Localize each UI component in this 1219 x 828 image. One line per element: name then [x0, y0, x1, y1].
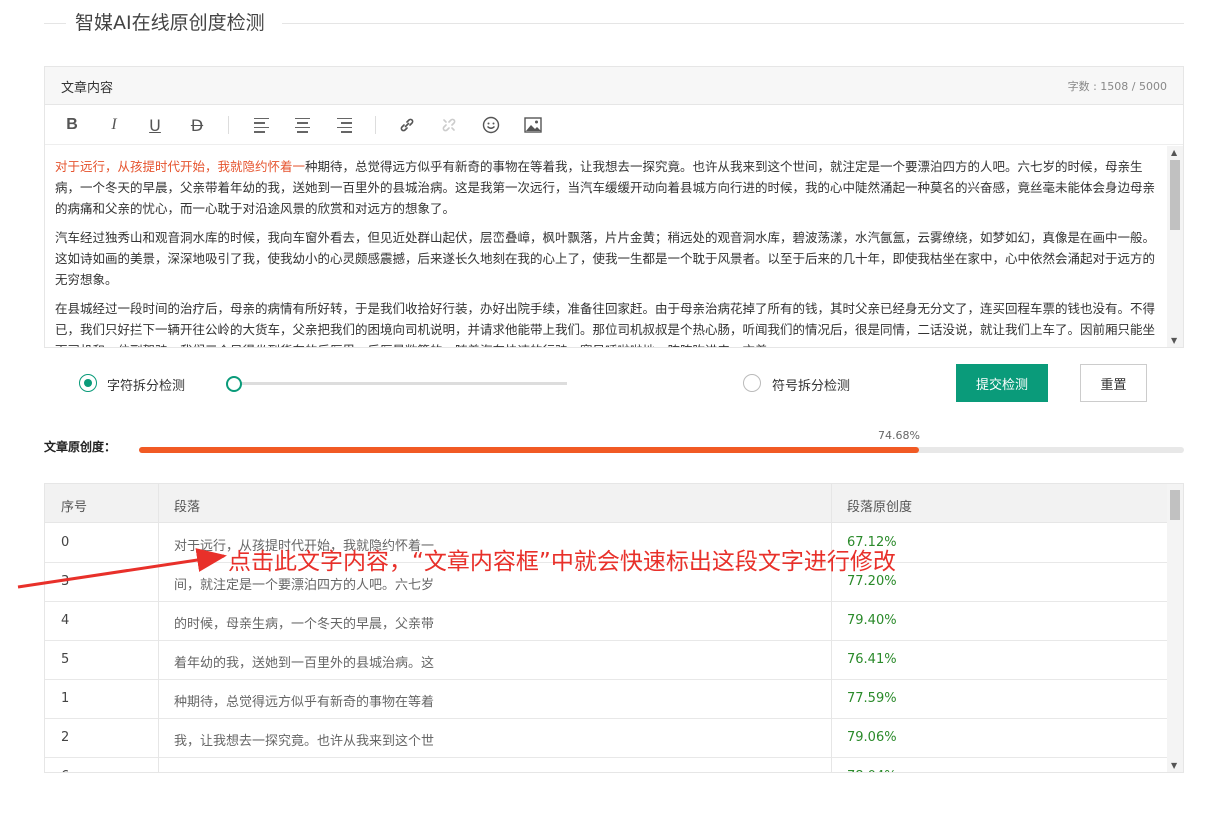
- table-row[interactable]: 6 是我第一次远行，当汽车缓缓开动向着县城方 78.04%: [45, 758, 1167, 772]
- align-left-icon[interactable]: [250, 114, 272, 136]
- row-index: 4: [61, 613, 70, 628]
- editor-scrollbar[interactable]: ▲ ▼: [1167, 146, 1183, 347]
- annotation-text: 点击此文字内容，“文章内容框”中就会快速标出这段文字进行修改: [228, 549, 896, 575]
- split-slider-handle[interactable]: [226, 376, 242, 392]
- originality-progress: 文章原创度： 74.68%: [44, 428, 1184, 458]
- row-score: 77.20%: [847, 574, 897, 589]
- row-paragraph[interactable]: 我，让我想去一探究竟。也许从我来到这个世: [174, 730, 434, 749]
- table-scrollbar[interactable]: ▼: [1167, 484, 1183, 772]
- table-row[interactable]: 5 着年幼的我，送她到一百里外的县城治病。这 76.41%: [45, 641, 1167, 680]
- table-scroll-thumb[interactable]: [1170, 490, 1180, 520]
- align-right-icon[interactable]: [333, 114, 355, 136]
- header-divider-left: [44, 23, 66, 24]
- originality-fill: [139, 447, 920, 453]
- char-split-radio[interactable]: [79, 374, 97, 392]
- row-paragraph[interactable]: 的时候，母亲生病，一个冬天的早晨，父亲带: [174, 613, 434, 632]
- column-divider: [831, 484, 832, 772]
- split-slider-track[interactable]: [234, 382, 567, 385]
- scroll-up-icon[interactable]: ▲: [1171, 148, 1177, 157]
- page-header: 智媒AI在线原创度检测: [44, 10, 1184, 38]
- table-row[interactable]: 4 的时候，母亲生病，一个冬天的早晨，父亲带 79.40%: [45, 602, 1167, 641]
- row-paragraph[interactable]: 着年幼的我，送她到一百里外的县城治病。这: [174, 652, 434, 671]
- scroll-down-icon[interactable]: ▼: [1171, 336, 1177, 345]
- italic-icon[interactable]: I: [103, 114, 125, 136]
- article-content[interactable]: 对于远行，从孩提时代开始，我就隐约怀着一种期待，总觉得远方似乎有新奇的事物在等着…: [45, 146, 1167, 347]
- char-split-label[interactable]: 字符拆分检测: [107, 375, 185, 394]
- submit-button[interactable]: 提交检测: [956, 364, 1048, 402]
- table-scroll-down-icon[interactable]: ▼: [1171, 761, 1177, 770]
- scroll-thumb[interactable]: [1170, 160, 1180, 230]
- page-title: 智媒AI在线原创度检测: [75, 12, 265, 34]
- table-row[interactable]: 1 种期待，总觉得远方似乎有新奇的事物在等着 77.59%: [45, 680, 1167, 719]
- row-score: 77.59%: [847, 691, 897, 706]
- editor-label: 文章内容: [61, 81, 114, 96]
- symbol-split-radio[interactable]: [743, 374, 761, 392]
- article-editor: 文章内容 字数 : 1508 / 5000 B I U D 对于远行，从孩提时代…: [44, 66, 1184, 348]
- word-count: 字数 : 1508 / 5000: [1067, 80, 1167, 93]
- paragraph-1: 对于远行，从孩提时代开始，我就隐约怀着一种期待，总觉得远方似乎有新奇的事物在等着…: [55, 156, 1157, 219]
- toolbar-divider: [228, 116, 229, 134]
- unlink-icon[interactable]: [438, 114, 460, 136]
- row-score: 78.04%: [847, 769, 897, 772]
- originality-percent: 74.68%: [878, 429, 920, 442]
- image-icon[interactable]: [522, 114, 544, 136]
- highlighted-text: 对于远行，从孩提时代开始，我就隐约怀着一: [55, 159, 306, 174]
- strikethrough-icon[interactable]: D: [186, 114, 208, 136]
- originality-track: [139, 447, 1184, 453]
- row-index: 3: [61, 574, 70, 589]
- underline-icon[interactable]: U: [144, 114, 166, 136]
- reset-button[interactable]: 重置: [1080, 364, 1147, 402]
- col-header-index: 序号: [61, 500, 88, 515]
- row-paragraph[interactable]: 是我第一次远行，当汽车缓缓开动向着县城方: [174, 769, 434, 772]
- col-header-paragraph: 段落: [174, 500, 201, 515]
- symbol-split-label[interactable]: 符号拆分检测: [772, 375, 850, 394]
- paragraph-2: 汽车经过独秀山和观音洞水库的时候，我向车窗外看去，但见近处群山起伏，层峦叠嶂，枫…: [55, 230, 1156, 287]
- row-paragraph[interactable]: 种期待，总觉得远方似乎有新奇的事物在等着: [174, 691, 434, 710]
- row-index: 6: [61, 769, 69, 772]
- bold-icon[interactable]: B: [61, 114, 83, 136]
- col-header-score: 段落原创度: [847, 500, 913, 515]
- row-index: 5: [61, 652, 70, 667]
- originality-label: 文章原创度：: [44, 440, 117, 454]
- link-icon[interactable]: [396, 114, 418, 136]
- row-index: 0: [61, 535, 70, 550]
- row-score: 79.06%: [847, 730, 897, 745]
- paragraph-table: 序号 段落 段落原创度 0 对于远行，从孩提时代开始，我就隐约怀着一 67.12% 3…: [44, 483, 1184, 773]
- align-center-icon[interactable]: [291, 114, 313, 136]
- emoji-icon[interactable]: [480, 114, 502, 136]
- editor-toolbar: B I U D: [45, 105, 1183, 145]
- toolbar-divider: [375, 116, 376, 134]
- row-paragraph[interactable]: 间，就注定是一个要漂泊四方的人吧。六七岁: [174, 574, 434, 593]
- header-divider-right: [282, 23, 1184, 24]
- table-row[interactable]: 2 我，让我想去一探究竟。也许从我来到这个世 79.06%: [45, 719, 1167, 758]
- row-score: 79.40%: [847, 613, 897, 628]
- detection-options: 字符拆分检测 符号拆分检测 提交检测 重置: [44, 362, 1184, 404]
- row-score: 76.41%: [847, 652, 897, 667]
- row-index: 1: [61, 691, 70, 706]
- paragraph-3: 在县城经过一段时间的治疗后，母亲的病情有所好转，于是我们收拾好行装，办好出院手续…: [55, 301, 1156, 347]
- table-header: 序号 段落 段落原创度: [45, 484, 1167, 523]
- row-index: 2: [61, 730, 70, 745]
- editor-header: 文章内容 字数 : 1508 / 5000: [45, 67, 1183, 105]
- column-divider: [158, 484, 159, 772]
